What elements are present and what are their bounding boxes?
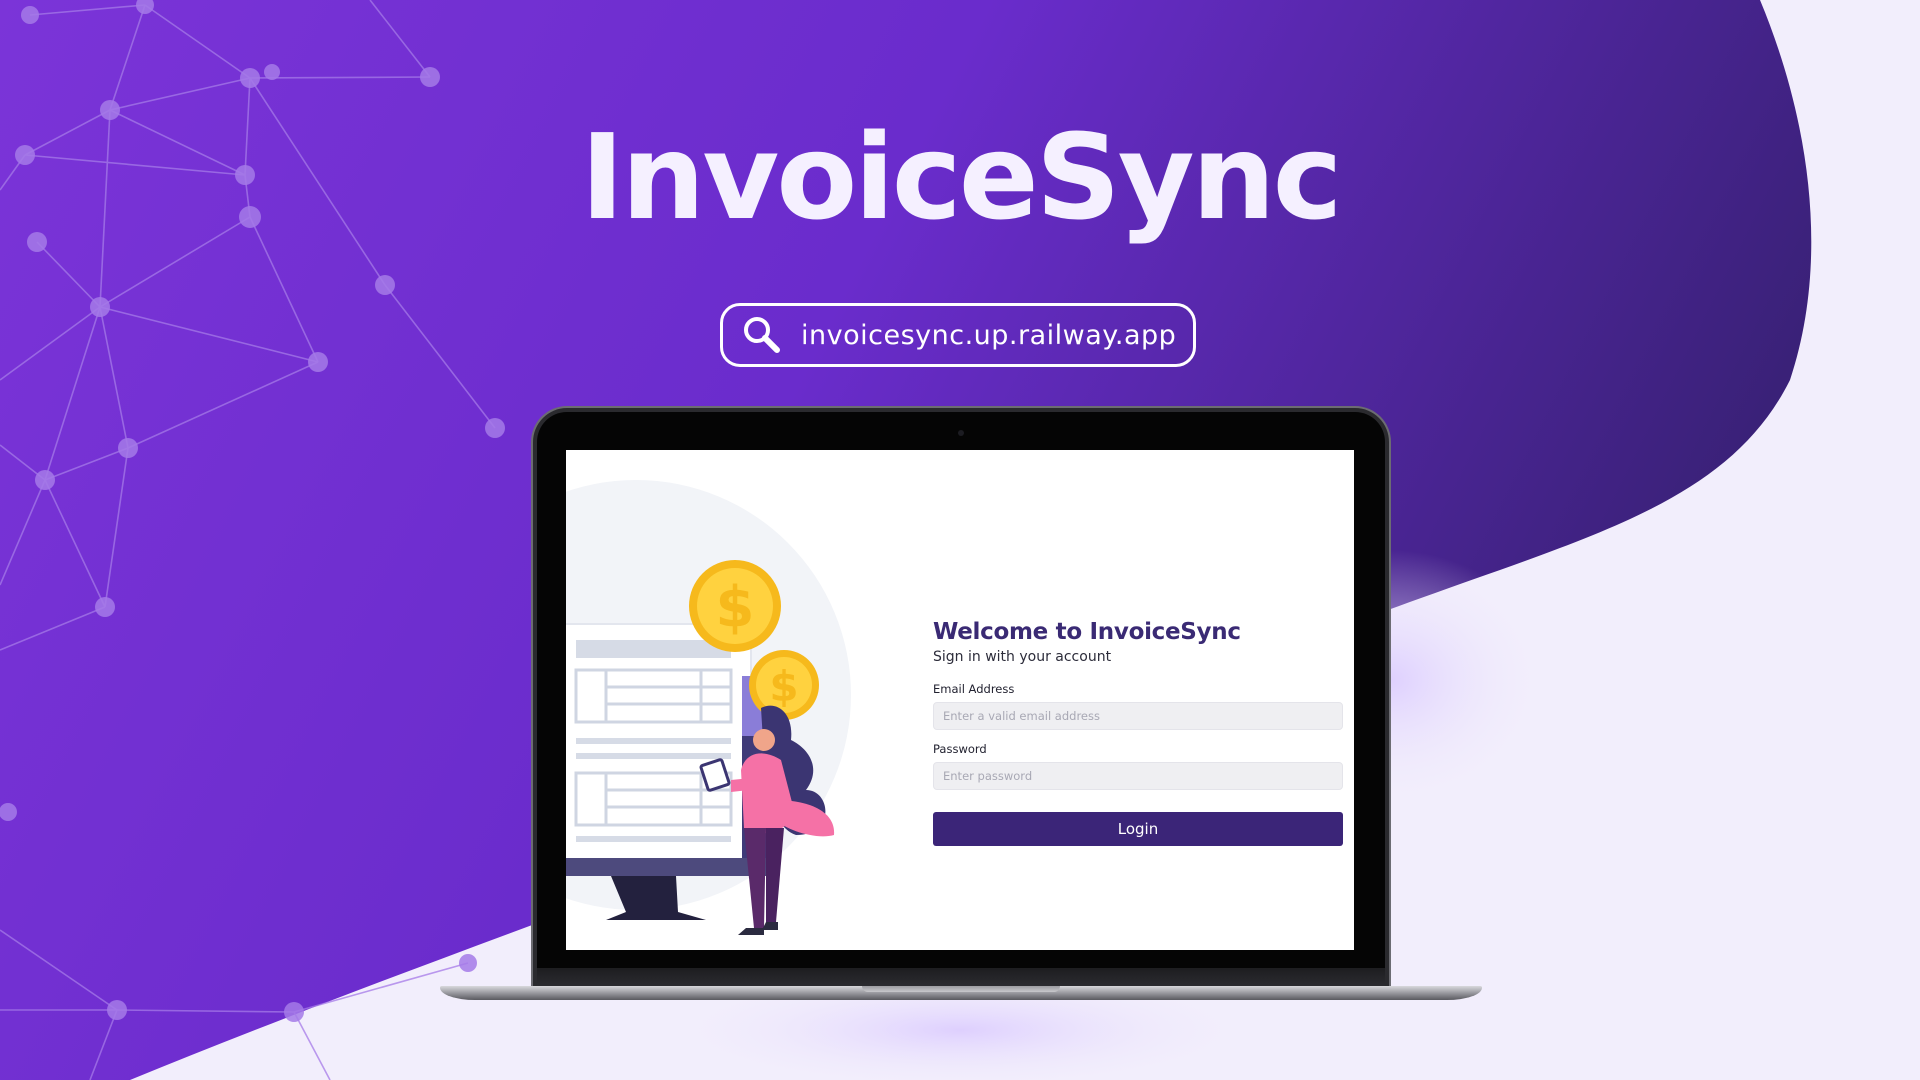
laptop-hinge (862, 986, 1060, 992)
login-form: Welcome to InvoiceSync Sign in with your… (933, 618, 1343, 846)
coin-dollar-icon-small: $ (749, 650, 819, 720)
email-field[interactable] (933, 702, 1343, 730)
password-label: Password (933, 742, 987, 756)
coin-symbol: $ (716, 575, 755, 640)
laptop-mockup: $ $ Welcome to InvoiceSync Sign in with … (537, 412, 1385, 992)
url-bar: invoicesync.up.railway.app (720, 303, 1196, 367)
laptop-base (440, 986, 1482, 1000)
laptop-screen: $ $ Welcome to InvoiceSync Sign in with … (566, 450, 1354, 950)
coin-dollar-icon: $ (689, 560, 781, 652)
login-button[interactable]: Login (933, 812, 1343, 846)
email-label: Email Address (933, 682, 1015, 696)
coin-symbol-small: $ (769, 662, 798, 711)
login-title: Welcome to InvoiceSync (933, 619, 1241, 645)
hero-title: InvoiceSync (580, 108, 1342, 246)
search-icon (744, 317, 780, 353)
url-text: invoicesync.up.railway.app (801, 319, 1177, 351)
camera-dot (958, 430, 964, 436)
login-subtitle: Sign in with your account (933, 649, 1112, 665)
invoice-illustration: $ $ (566, 480, 851, 935)
password-field[interactable] (933, 762, 1343, 790)
